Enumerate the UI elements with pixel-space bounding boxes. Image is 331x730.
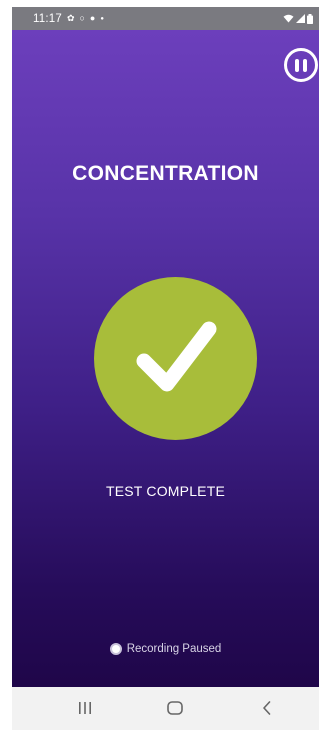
test-status: TEST COMPLETE [105,483,226,499]
recording-indicator-icon [109,643,122,655]
test-screen: CONCENTRATION TEST COMPLETE Recording Pa… [12,30,319,710]
system-nav-bar [12,687,319,730]
battery-icon [307,13,313,24]
home-icon [167,701,183,715]
pause-button[interactable] [284,48,318,82]
pause-icon-bar-right [303,58,307,72]
test-complete-badge [94,277,257,440]
status-right [283,13,313,24]
back-button[interactable] [247,695,287,721]
wifi-icon [283,14,294,23]
home-button[interactable] [155,695,195,721]
page-title: CONCENTRATION [72,162,259,185]
recording-status: Recording Paused [12,643,319,655]
status-left: 11:17 ✿ ○ ● ● [33,13,104,25]
location-icon: ● [89,13,96,23]
pause-icon-bar-left [295,58,299,72]
recording-label: Recording Paused [126,643,222,655]
recent-apps-icon [79,702,91,714]
signal-icon [296,14,305,23]
circle-icon: ○ [79,13,85,23]
status-bar: 11:17 ✿ ○ ● ● [12,7,319,30]
recent-apps-button[interactable] [65,695,105,721]
phone-screen: 11:17 ✿ ○ ● ● CONCENTRATION TEST COMPLET… [12,7,319,730]
back-icon [263,701,271,715]
status-time: 11:17 [33,12,62,25]
gear-icon: ✿ [66,13,75,23]
dot-icon: ● [100,15,104,22]
checkmark-icon [136,321,217,392]
